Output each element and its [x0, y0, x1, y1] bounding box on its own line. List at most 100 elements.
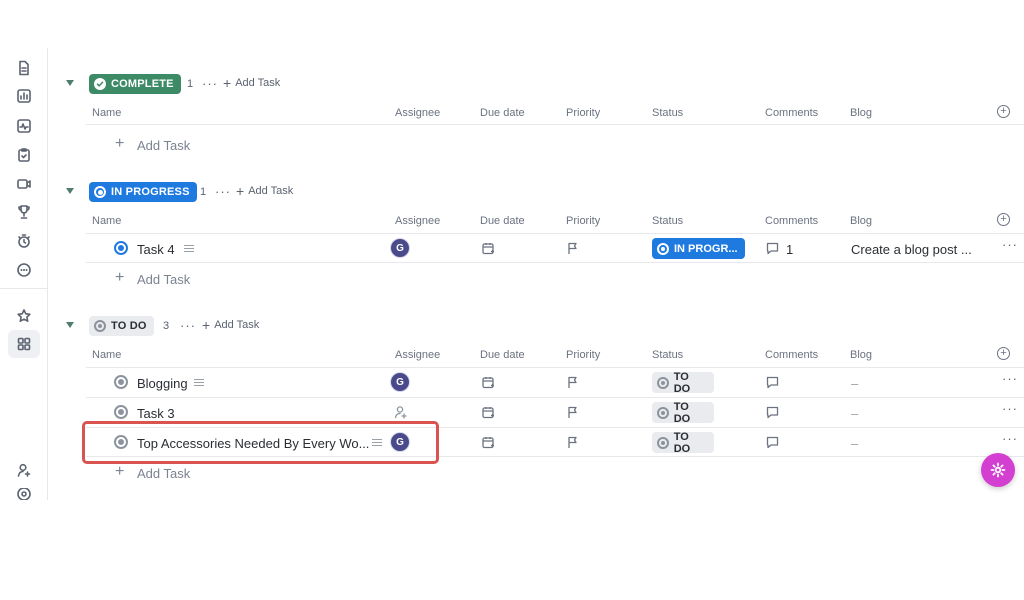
col-status[interactable]: Status: [652, 107, 683, 119]
floating-action-button[interactable]: [981, 453, 1015, 487]
comment-icon[interactable]: [766, 376, 779, 389]
status-badge[interactable]: TO DO: [652, 401, 714, 425]
col-status[interactable]: Status: [652, 215, 683, 227]
status-pill-complete[interactable]: COMPLETE: [89, 74, 181, 94]
col-due-date[interactable]: Due date: [480, 107, 525, 119]
add-column-icon[interactable]: +: [997, 105, 1010, 118]
add-column-icon[interactable]: +: [997, 347, 1010, 360]
grid-icon[interactable]: [14, 334, 34, 354]
task-status-icon[interactable]: [114, 375, 128, 389]
comment-icon[interactable]: [766, 436, 779, 449]
blog-value[interactable]: –: [851, 436, 858, 451]
task-count: 3: [163, 320, 170, 332]
col-comments[interactable]: Comments: [765, 215, 818, 227]
col-name[interactable]: Name: [92, 215, 121, 227]
user-add-icon[interactable]: [14, 460, 34, 480]
task-count: 1: [187, 78, 194, 90]
video-icon[interactable]: [14, 174, 34, 194]
calendar-icon[interactable]: [482, 376, 495, 389]
calendar-icon[interactable]: [482, 242, 495, 255]
timer-icon[interactable]: [14, 231, 34, 251]
row-more-icon[interactable]: ···: [1002, 371, 1018, 386]
add-column-icon[interactable]: +: [997, 213, 1010, 226]
add-task-row[interactable]: + Add Task: [86, 130, 386, 160]
star-icon[interactable]: [14, 306, 34, 326]
trophy-icon[interactable]: [14, 202, 34, 222]
progress-circle-icon: [657, 242, 669, 255]
add-task-button[interactable]: + Add Task: [236, 183, 293, 199]
col-comments[interactable]: Comments: [765, 107, 818, 119]
status-pill-in-progress[interactable]: IN PROGRESS: [89, 182, 197, 202]
col-priority[interactable]: Priority: [566, 107, 600, 119]
blog-value[interactable]: –: [851, 376, 858, 391]
flag-icon[interactable]: [567, 242, 579, 255]
task-status-icon[interactable]: [114, 241, 128, 255]
more-dots-icon[interactable]: ···: [202, 76, 218, 91]
more-dots-icon[interactable]: ···: [180, 318, 196, 333]
status-pill-label: TO DO: [111, 320, 147, 332]
checklist-icon[interactable]: [14, 145, 34, 165]
col-blog[interactable]: Blog: [850, 107, 872, 119]
row-more-icon[interactable]: ···: [1002, 431, 1018, 446]
doc-icon[interactable]: [14, 58, 34, 78]
table-row[interactable]: Task 4 G IN PROGR... 1 Create a blog pos…: [86, 233, 1024, 263]
avatar[interactable]: G: [390, 372, 410, 392]
col-due-date[interactable]: Due date: [480, 349, 525, 361]
caret-down-icon[interactable]: [66, 188, 74, 194]
status-pill-label: IN PROGRESS: [111, 186, 190, 198]
calendar-icon[interactable]: [482, 436, 495, 449]
settings-circle-icon[interactable]: [14, 488, 34, 500]
status-pill-todo[interactable]: TO DO: [89, 316, 154, 336]
task-name[interactable]: Task 3: [137, 406, 175, 421]
col-blog[interactable]: Blog: [850, 215, 872, 227]
plus-icon: +: [115, 269, 125, 286]
chart-icon[interactable]: [14, 86, 34, 106]
sidebar: [0, 48, 48, 500]
col-due-date[interactable]: Due date: [480, 215, 525, 227]
status-badge[interactable]: IN PROGR...: [652, 238, 745, 259]
progress-circle-icon: [94, 186, 106, 198]
col-assignee[interactable]: Assignee: [395, 349, 440, 361]
blog-value[interactable]: –: [851, 406, 858, 421]
add-task-label: Add Task: [137, 466, 191, 481]
plus-icon: +: [236, 183, 245, 199]
more-circle-icon[interactable]: [14, 260, 34, 280]
comment-icon[interactable]: [766, 406, 779, 419]
col-name[interactable]: Name: [92, 107, 121, 119]
col-status[interactable]: Status: [652, 349, 683, 361]
col-assignee[interactable]: Assignee: [395, 107, 440, 119]
plus-icon: +: [115, 135, 125, 152]
flag-icon[interactable]: [567, 376, 579, 389]
calendar-icon[interactable]: [482, 406, 495, 419]
col-priority[interactable]: Priority: [566, 215, 600, 227]
flag-icon[interactable]: [567, 436, 579, 449]
section-header: TO DO 3 ··· + Add Task: [62, 314, 1024, 338]
task-name[interactable]: Blogging: [137, 376, 188, 391]
task-status-icon[interactable]: [114, 405, 128, 419]
status-badge[interactable]: TO DO: [652, 371, 714, 395]
add-task-row[interactable]: + Add Task: [86, 264, 386, 294]
caret-down-icon[interactable]: [66, 80, 74, 86]
row-more-icon[interactable]: ···: [1002, 401, 1018, 416]
blog-value[interactable]: Create a blog post ...: [851, 242, 972, 257]
pulse-icon[interactable]: [14, 116, 34, 136]
status-label: IN PROGR...: [674, 242, 738, 255]
status-badge[interactable]: TO DO: [652, 431, 714, 455]
comment-icon[interactable]: [766, 242, 779, 255]
col-name[interactable]: Name: [92, 349, 121, 361]
avatar[interactable]: G: [390, 238, 410, 258]
table-row[interactable]: Blogging G TO DO – ···: [86, 367, 1024, 397]
task-name[interactable]: Task 4: [137, 242, 175, 257]
flag-icon[interactable]: [567, 406, 579, 419]
assign-user-icon[interactable]: [394, 405, 408, 419]
more-dots-icon[interactable]: ···: [215, 184, 231, 199]
col-assignee[interactable]: Assignee: [395, 215, 440, 227]
add-task-button[interactable]: + Add Task: [202, 318, 259, 332]
caret-down-icon[interactable]: [66, 322, 74, 328]
row-more-icon[interactable]: ···: [1002, 237, 1018, 252]
col-priority[interactable]: Priority: [566, 349, 600, 361]
col-comments[interactable]: Comments: [765, 349, 818, 361]
add-task-button[interactable]: + Add Task: [223, 76, 280, 90]
section-complete: COMPLETE 1 ··· + Add Task Name Assignee …: [62, 72, 1024, 153]
col-blog[interactable]: Blog: [850, 349, 872, 361]
